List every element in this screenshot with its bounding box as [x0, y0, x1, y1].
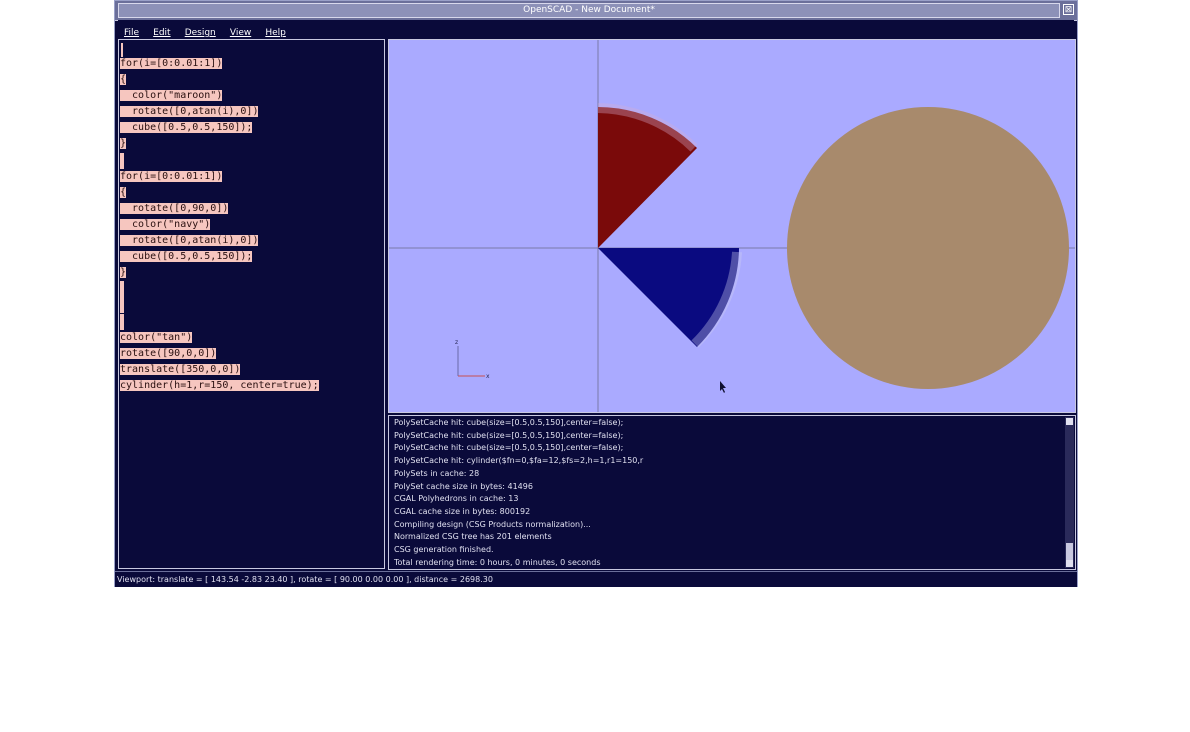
code-line: for(i=[0:0.01:1]) — [120, 169, 319, 185]
code-line-text: cube([0.5,0.5,150]); — [120, 251, 253, 263]
code-line-text: cube([0.5,0.5,150]); — [120, 122, 253, 134]
code-line: color("navy") — [120, 217, 319, 233]
code-line-text — [120, 281, 124, 298]
menu-bar: File Edit Design View Help — [118, 20, 1074, 38]
viewport-status: Viewport: translate = [ 143.54 -2.83 23.… — [117, 575, 493, 584]
code-line-text: rotate([0,90,0]) — [120, 202, 229, 214]
code-line: color("tan") — [120, 330, 319, 346]
code-line-text: } — [120, 138, 127, 150]
code-line: for(i=[0:0.01:1]) — [120, 56, 319, 72]
code-line: cube([0.5,0.5,150]); — [120, 120, 319, 136]
code-line — [120, 152, 319, 169]
code-line-text: for(i=[0:0.01:1]) — [120, 58, 223, 69]
code-line: { — [120, 185, 319, 201]
axis-label-x: x — [486, 373, 490, 380]
mouse-pointer-icon — [720, 381, 726, 393]
text-cursor — [121, 43, 123, 57]
code-line: rotate([0,90,0]) — [120, 201, 319, 217]
scroll-up-arrow-icon[interactable] — [1066, 418, 1073, 425]
console-line: PolySetCache hit: cube(size=[0.5,0.5,150… — [394, 418, 624, 427]
code-line-text: cylinder(h=1,r=150, center=true); — [120, 379, 319, 391]
menu-view-label: View — [229, 28, 252, 38]
title-wrap: OpenSCAD - New Document* — [118, 3, 1060, 18]
code-line-text: rotate([0,atan(i),0]) — [120, 235, 259, 247]
code-line — [120, 297, 319, 314]
openscad-window: OpenSCAD - New Document* ⊠ File Edit Des… — [114, 0, 1078, 587]
menu-file-label: File — [124, 28, 140, 38]
viewport-canvas: z x — [389, 40, 1075, 412]
console-line: PolySetCache hit: cube(size=[0.5,0.5,150… — [394, 430, 624, 440]
console-line: CGAL cache size in bytes: 800192 — [394, 506, 531, 516]
code-line: rotate([90,0,0]) — [120, 346, 319, 362]
code-lines: for(i=[0:0.01:1]) { color("maroon") rotat… — [120, 56, 319, 394]
code-line: { — [120, 72, 319, 88]
3d-viewport[interactable]: z x — [388, 39, 1076, 413]
code-line-text: for(i=[0:0.01:1]) — [120, 170, 223, 182]
code-line-text: rotate([0,atan(i),0]) — [120, 106, 259, 118]
code-editor[interactable]: for(i=[0:0.01:1]) { color("maroon") rotat… — [118, 39, 385, 569]
code-line-text: { — [120, 74, 127, 86]
window-title: OpenSCAD - New Document* — [523, 5, 655, 15]
console-line: PolySets in cache: 28 — [394, 468, 480, 478]
code-line — [120, 313, 319, 330]
code-line-text: } — [120, 267, 127, 279]
code-line: cube([0.5,0.5,150]); — [120, 249, 319, 265]
menu-help-label: Help — [265, 28, 286, 38]
console-output[interactable]: PolySetCache hit: cube(size=[0.5,0.5,150… — [388, 415, 1076, 570]
status-bar: Viewport: translate = [ 143.54 -2.83 23.… — [115, 571, 1077, 587]
console-line: PolySetCache hit: cube(size=[0.5,0.5,150… — [394, 443, 624, 453]
code-line-text: color("maroon") — [120, 90, 223, 102]
console-line: PolySet cache size in bytes: 41496 — [394, 481, 533, 491]
console-line: Normalized CSG tree has 201 elements — [394, 532, 552, 542]
console-line: PolySetCache hit: cylinder($fn=0,$fa=12,… — [394, 456, 644, 466]
code-line — [120, 281, 319, 298]
code-line: color("maroon") — [120, 88, 319, 104]
maroon-wedge — [598, 107, 697, 248]
code-line-text: color("tan") — [120, 331, 193, 343]
code-line-text: { — [120, 186, 127, 198]
code-line: rotate([0,atan(i),0]) — [120, 104, 319, 120]
axis-label-z: z — [455, 339, 458, 346]
code-line: } — [120, 265, 319, 281]
menu-design-label: Design — [184, 28, 216, 38]
code-line-text — [120, 152, 124, 169]
code-line: cylinder(h=1,r=150, center=true); — [120, 378, 319, 394]
code-line-text: rotate([90,0,0]) — [120, 347, 217, 359]
console-line: Compiling design (CSG Products normaliza… — [394, 519, 591, 529]
code-line: } — [120, 136, 319, 152]
code-line: rotate([0,atan(i),0]) — [120, 233, 319, 249]
code-line: translate([350,0,0]) — [120, 362, 319, 378]
code-line-text: color("navy") — [120, 218, 211, 230]
close-icon[interactable]: ⊠ — [1063, 4, 1074, 15]
console-line: CSG generation finished. — [394, 545, 494, 554]
console-scrollbar[interactable] — [1065, 417, 1074, 568]
tan-disc — [787, 107, 1069, 389]
console-line: Total rendering time: 0 hours, 0 minutes… — [394, 557, 601, 567]
menu-edit-label: Edit — [153, 28, 171, 38]
title-bar[interactable]: OpenSCAD - New Document* ⊠ — [115, 1, 1077, 21]
navy-wedge — [598, 248, 739, 347]
code-line-text — [120, 313, 124, 330]
console-line: CGAL Polyhedrons in cache: 13 — [394, 494, 519, 504]
scroll-down-arrow-icon[interactable] — [1066, 560, 1073, 567]
code-line-text: translate([350,0,0]) — [120, 363, 241, 375]
code-line-text — [120, 297, 124, 314]
